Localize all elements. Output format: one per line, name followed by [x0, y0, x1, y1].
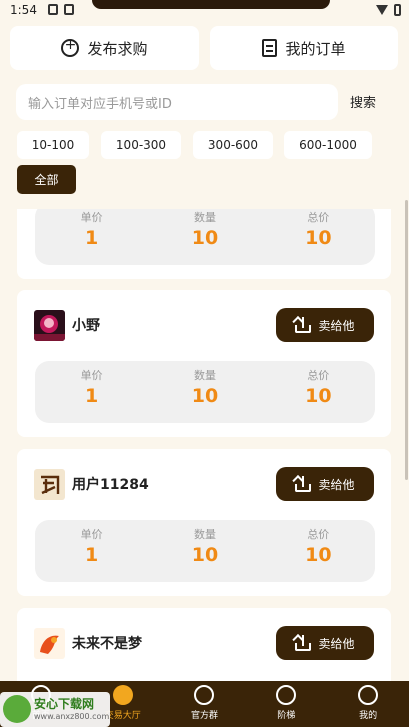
- tab-official-group[interactable]: 官方群: [164, 681, 246, 727]
- avatar: [34, 468, 65, 500]
- stat-total: 总价 10: [262, 520, 375, 582]
- order-stats: 单价 1 数量 10 总价 10: [35, 209, 375, 265]
- avatar: [34, 627, 65, 659]
- sell-label: 卖给他: [318, 477, 355, 492]
- order-stats: 单价 1 数量 10 总价 10: [35, 361, 375, 423]
- avatar: [34, 309, 65, 341]
- tab-profile[interactable]: 我的: [327, 681, 409, 727]
- chat-icon: [194, 685, 215, 705]
- stat-label: 总价: [307, 369, 330, 382]
- stat-total: 总价 10: [262, 209, 375, 265]
- stat-label: 单价: [80, 211, 103, 224]
- search-input[interactable]: 输入订单对应手机号或ID: [16, 84, 338, 120]
- stat-value: 10: [191, 544, 219, 566]
- order-card: 用户11284 卖给他 单价 1 数量 10 总价 10: [17, 449, 391, 596]
- upload-icon: [295, 476, 312, 492]
- stat-value: 10: [191, 385, 219, 407]
- notch: [92, 0, 330, 9]
- sell-button[interactable]: 卖给他: [276, 467, 374, 501]
- image-notification-icon: [48, 4, 58, 15]
- my-orders-button[interactable]: 我的订单: [210, 26, 398, 70]
- stat-quantity: 数量 10: [148, 520, 261, 582]
- ladder-icon: [276, 685, 297, 705]
- status-system-icons: [376, 4, 401, 16]
- stat-value: 10: [191, 227, 219, 249]
- tab-label: 交易大厅: [104, 711, 141, 721]
- publish-request-button[interactable]: 发布求购: [10, 26, 199, 70]
- order-card: 小野 卖给他 单价 1 数量 10 总价 10: [17, 290, 391, 437]
- search-button[interactable]: 搜索: [350, 92, 376, 111]
- stat-unit-price: 单价 1: [35, 361, 148, 423]
- search-placeholder: 输入订单对应手机号或ID: [28, 96, 172, 112]
- publish-request-label: 发布求购: [87, 39, 148, 58]
- stat-unit-price: 单价 1: [35, 520, 148, 582]
- watermark-title: 安心下载网: [34, 697, 95, 711]
- tab-label: 阶梯: [277, 711, 296, 721]
- battery-icon: [394, 4, 401, 16]
- sell-label: 卖给他: [318, 318, 355, 333]
- stat-label: 单价: [80, 369, 103, 382]
- upload-icon: [295, 317, 312, 333]
- watermark-url: www.anxz800.com: [34, 712, 110, 721]
- filter-chip-300-600[interactable]: 300-600: [193, 131, 273, 159]
- stat-label: 数量: [193, 528, 216, 541]
- tab-label: 我的: [359, 711, 378, 721]
- order-card-header: 小野 卖给他: [34, 308, 374, 342]
- order-stats: 单价 1 数量 10 总价 10: [35, 520, 375, 582]
- order-list[interactable]: 单价 1 数量 10 总价 10 小野 卖给他 单价 1 数量 10 总价 10…: [0, 209, 409, 681]
- stat-total: 总价 10: [262, 361, 375, 423]
- sell-label: 卖给他: [318, 636, 355, 651]
- stat-quantity: 数量 10: [148, 361, 261, 423]
- stat-label: 单价: [80, 528, 103, 541]
- user-name: 未来不是梦: [72, 636, 142, 652]
- sell-button[interactable]: 卖给他: [276, 626, 374, 660]
- filter-chip-all[interactable]: 全部: [17, 165, 76, 194]
- stat-value: 10: [305, 385, 332, 407]
- scrollbar[interactable]: [405, 200, 408, 480]
- stat-value: 1: [85, 544, 99, 566]
- stat-label: 总价: [307, 528, 330, 541]
- order-card: 单价 1 数量 10 总价 10: [17, 209, 391, 279]
- order-card: 未来不是梦 卖给他: [17, 608, 391, 681]
- filter-chip-600-1000[interactable]: 600-1000: [284, 131, 372, 159]
- trade-hall-icon: [112, 685, 133, 705]
- wifi-icon: [376, 5, 388, 15]
- status-bar: 1:54: [0, 0, 409, 22]
- status-time: 1:54: [10, 3, 37, 17]
- stat-unit-price: 单价 1: [35, 209, 148, 265]
- upload-icon: [295, 635, 312, 651]
- tab-ladder[interactable]: 阶梯: [245, 681, 327, 727]
- order-card-header: 未来不是梦 卖给他: [34, 626, 374, 660]
- sell-button[interactable]: 卖给他: [276, 308, 374, 342]
- avatar-image: [34, 468, 65, 500]
- plus-circle-icon: [61, 37, 80, 57]
- stat-value: 10: [305, 544, 332, 566]
- avatar-image: [34, 627, 65, 659]
- app-notification-icon: [64, 4, 74, 15]
- my-orders-label: 我的订单: [285, 39, 346, 58]
- stat-label: 数量: [193, 369, 216, 382]
- document-icon: [262, 39, 278, 57]
- filter-chip-100-300[interactable]: 100-300: [101, 131, 181, 159]
- user-name: 用户11284: [72, 477, 149, 493]
- stat-value: 1: [85, 385, 99, 407]
- profile-icon: [358, 685, 379, 705]
- tab-label: 官方群: [190, 711, 218, 721]
- status-notification-icons: [48, 4, 74, 15]
- stat-label: 总价: [307, 211, 330, 224]
- stat-quantity: 数量 10: [148, 209, 261, 265]
- order-card-header: 用户11284 卖给他: [34, 467, 374, 501]
- watermark-logo-icon: [3, 695, 31, 723]
- user-name: 小野: [72, 318, 100, 334]
- stat-value: 10: [305, 227, 332, 249]
- stat-label: 数量: [193, 211, 216, 224]
- filter-chip-10-100[interactable]: 10-100: [17, 131, 89, 159]
- stat-value: 1: [85, 227, 99, 249]
- watermark: 安心下载网 www.anxz800.com: [0, 692, 110, 727]
- avatar-image: [34, 309, 65, 341]
